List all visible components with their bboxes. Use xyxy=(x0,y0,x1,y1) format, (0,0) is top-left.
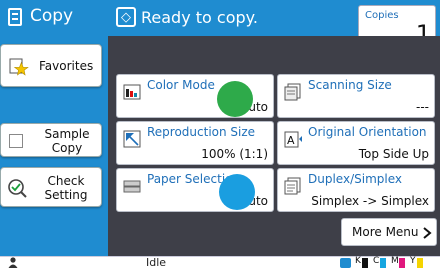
user-icon xyxy=(8,257,18,268)
duplex-simplex-label: Duplex/Simplex xyxy=(308,172,402,186)
reproduction-size-label: Reproduction Size xyxy=(147,125,256,139)
favorites-star-icon xyxy=(9,58,29,76)
original-orientation-value: Top Side Up xyxy=(358,147,429,161)
ink-c-level xyxy=(380,258,386,268)
original-orientation-button[interactable]: A Original Orientation Top Side Up xyxy=(277,121,435,165)
app-header: Copy xyxy=(0,0,108,36)
sample-copy-label: Sample Copy xyxy=(44,127,90,155)
scanning-size-label: Scanning Size xyxy=(308,78,392,92)
scanning-size-icon xyxy=(284,83,301,101)
duplex-simplex-button[interactable]: Duplex/Simplex Simplex -> Simplex xyxy=(277,168,435,212)
touch-marker-green xyxy=(217,81,253,117)
copies-label: Copies xyxy=(365,10,399,21)
reproduction-size-button[interactable]: Reproduction Size 100% (1:1) xyxy=(116,121,274,165)
svg-text:A: A xyxy=(287,134,295,147)
scanning-size-value: --- xyxy=(416,100,429,114)
ink-y-label: Y xyxy=(410,256,416,266)
favorites-label: Favorites xyxy=(39,59,94,73)
sample-copy-button[interactable]: Sample Copy xyxy=(0,123,102,157)
reproduction-size-value: 100% (1:1) xyxy=(201,147,268,161)
status-message: Ready to copy. xyxy=(141,8,258,27)
duplex-simplex-icon xyxy=(284,177,301,195)
ink-k-level xyxy=(362,258,368,268)
sample-copy-checkbox xyxy=(9,134,23,148)
scanning-size-button[interactable]: Scanning Size --- xyxy=(277,74,435,118)
ink-m-label: M xyxy=(391,256,399,266)
color-mode-label: Color Mode xyxy=(147,78,215,92)
app-title: Copy xyxy=(30,6,74,26)
ink-c-label: C xyxy=(373,256,380,266)
check-setting-button[interactable]: Check Setting xyxy=(0,167,102,207)
copy-document-icon xyxy=(8,8,22,26)
ink-k-label: K xyxy=(355,256,361,266)
favorites-button[interactable]: Favorites xyxy=(0,44,102,87)
chevron-right-icon xyxy=(423,227,432,239)
check-setting-label: Check Setting xyxy=(44,174,88,202)
touch-marker-blue xyxy=(219,174,255,210)
color-mode-icon xyxy=(123,84,141,100)
original-orientation-icon: A xyxy=(284,131,302,148)
duplex-simplex-value: Simplex -> Simplex xyxy=(311,194,429,208)
paper-tray-icon xyxy=(123,180,141,193)
footer-status-bar: Idle K C M Y xyxy=(0,256,440,269)
check-setting-magnifier-icon xyxy=(8,179,27,198)
idle-status: Idle xyxy=(146,256,167,269)
ink-y-level xyxy=(417,258,423,268)
ink-status-icon xyxy=(340,258,351,268)
sidebar: Favorites Sample Copy Check Setting xyxy=(0,36,108,256)
original-orientation-label: Original Orientation xyxy=(308,125,427,139)
more-menu-button[interactable]: More Menu xyxy=(341,218,437,246)
reproduction-size-icon xyxy=(123,130,141,148)
ready-diamond-icon: ◇ xyxy=(116,7,136,27)
ink-m-level xyxy=(399,258,405,268)
more-menu-label: More Menu xyxy=(352,225,419,239)
